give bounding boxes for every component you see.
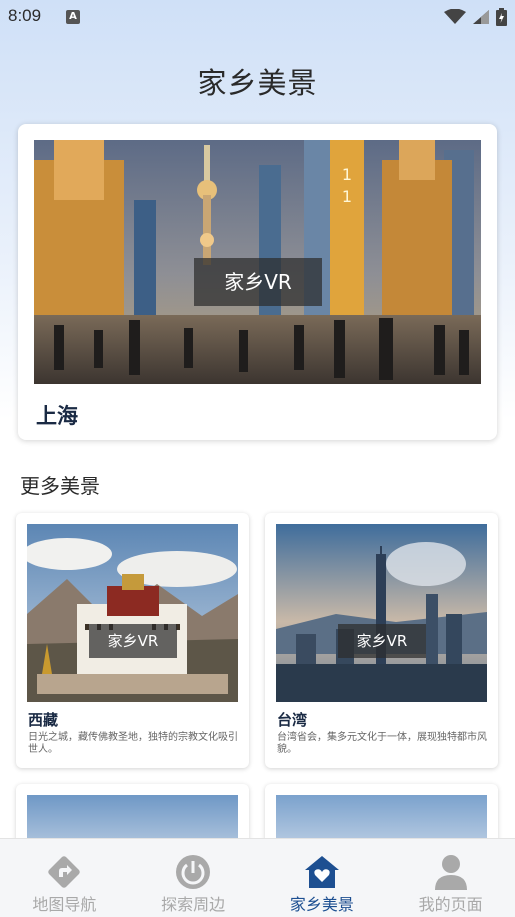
nav-label-explore: 探索周边 <box>161 895 226 914</box>
hero-city-name: 上海 <box>36 404 78 428</box>
card-tibet[interactable]: 家乡VR 西藏 日光之城，藏传佛教圣地，独特的宗教文化吸引世人。 <box>16 513 249 768</box>
shanghai-photo: 1 1 家乡VR <box>34 140 481 384</box>
status-time: 8:09 <box>8 6 42 25</box>
power-icon <box>176 855 211 889</box>
tibet-description: 日光之城，藏传佛教圣地，独特的宗教文化吸引世人。 <box>28 732 238 755</box>
bottom-nav: 地图导航 探索周边 家乡美景 我的页面 <box>0 838 515 917</box>
nav-label-profile: 我的页面 <box>418 895 483 914</box>
direction-icon <box>48 856 81 888</box>
status-icons <box>444 8 507 26</box>
tibet-photo: 家乡VR <box>27 524 238 702</box>
taiwan-vr-badge[interactable]: 家乡VR <box>338 624 426 658</box>
nav-item-explore[interactable]: 探索周边 <box>129 839 258 917</box>
nav-item-home-scenery[interactable]: 家乡美景 <box>258 839 387 917</box>
hero-vr-badge[interactable]: 家乡VR <box>194 258 322 306</box>
status-bar: 8:09 A <box>0 0 515 34</box>
person-icon <box>434 855 467 890</box>
taiwan-name: 台湾 <box>277 711 308 729</box>
nav-label-map: 地图导航 <box>32 895 97 914</box>
hero-card-shanghai[interactable]: 1 1 家乡VR 上海 <box>18 124 497 440</box>
tibet-name: 西藏 <box>28 711 59 729</box>
svg-text:1: 1 <box>342 187 352 206</box>
taiwan-description: 台湾省会，集多元文化于一体，展现独特都市风貌。 <box>277 732 487 755</box>
notification-icon: A <box>66 10 80 24</box>
taiwan-photo: 家乡VR <box>276 524 487 702</box>
svg-text:1: 1 <box>342 165 352 184</box>
tibet-vr-badge[interactable]: 家乡VR <box>89 624 177 658</box>
section-title: 更多美景 <box>20 474 100 498</box>
card-taiwan[interactable]: 家乡VR 台湾 台湾省会，集多元文化于一体，展现独特都市风貌。 <box>265 513 498 768</box>
home-heart-icon <box>304 856 339 888</box>
nav-item-map[interactable]: 地图导航 <box>0 839 129 917</box>
nav-item-profile[interactable]: 我的页面 <box>386 839 515 917</box>
wifi-icon <box>444 9 466 24</box>
page-title: 家乡美景 <box>197 66 318 100</box>
battery-icon <box>496 8 507 26</box>
nav-label-home-scenery: 家乡美景 <box>289 895 354 914</box>
signal-icon <box>473 10 489 24</box>
